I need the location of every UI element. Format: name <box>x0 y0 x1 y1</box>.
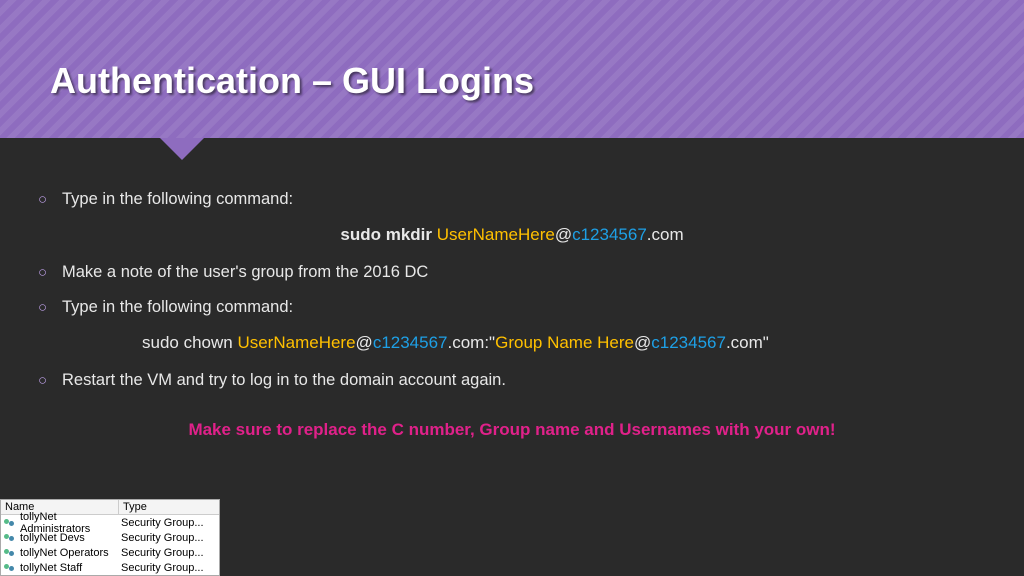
group-type: Security Group... <box>121 547 219 559</box>
bullet-text: Restart the VM and try to log in to the … <box>62 371 506 389</box>
cmd-suffix: .com" <box>726 333 769 352</box>
group-icon <box>3 562 17 574</box>
table-row: tollyNet Administrators Security Group..… <box>1 515 219 530</box>
cmd-username: UserNameHere <box>237 333 355 352</box>
cmd-at: @ <box>634 333 651 352</box>
command-line-1: sudo mkdir UserNameHere@c1234567.com <box>38 223 986 247</box>
header-arrow-icon <box>160 138 204 160</box>
page-title: Authentication – GUI Logins <box>50 60 534 102</box>
cmd-username: UserNameHere <box>437 225 555 244</box>
group-type: Security Group... <box>121 517 219 529</box>
bullet-text: Type in the following command: <box>62 298 293 316</box>
cmd-at: @ <box>356 333 373 352</box>
group-type: Security Group... <box>121 562 219 574</box>
cmd-cnumber: c1234567 <box>572 225 647 244</box>
bullet-item: Make a note of the user's group from the… <box>38 261 986 284</box>
command-line-2: sudo chown UserNameHere@c1234567.com:"Gr… <box>38 331 986 355</box>
group-icon <box>3 532 17 544</box>
warning-text: Make sure to replace the C number, Group… <box>38 418 986 442</box>
group-name: tollyNet Devs <box>20 532 121 544</box>
bullet-item: Restart the VM and try to log in to the … <box>38 369 986 392</box>
cmd-at: @ <box>555 225 572 244</box>
table-row: tollyNet Devs Security Group... <box>1 530 219 545</box>
bullet-text: Make a note of the user's group from the… <box>62 263 428 281</box>
cmd-cnumber: c1234567 <box>373 333 448 352</box>
group-type: Security Group... <box>121 532 219 544</box>
group-name: tollyNet Staff <box>20 562 121 574</box>
cmd-suffix: .com <box>647 225 684 244</box>
group-icon <box>3 517 17 529</box>
bullet-text: Type in the following command: <box>62 190 293 208</box>
cmd-cnumber: c1234567 <box>651 333 726 352</box>
column-header-type: Type <box>119 500 219 514</box>
group-name: tollyNet Operators <box>20 547 121 559</box>
cmd-group: Group Name Here <box>495 333 634 352</box>
cmd-prefix: sudo chown <box>142 333 237 352</box>
bullet-item: Type in the following command: <box>38 188 986 211</box>
table-row: tollyNet Operators Security Group... <box>1 545 219 560</box>
cmd-prefix: sudo mkdir <box>340 225 436 244</box>
group-icon <box>3 547 17 559</box>
cmd-mid: .com:" <box>448 333 496 352</box>
slide-body: Type in the following command: sudo mkdi… <box>0 138 1024 442</box>
bullet-item: Type in the following command: <box>38 296 986 319</box>
table-row: tollyNet Staff Security Group... <box>1 560 219 575</box>
groups-panel: Name Type tollyNet Administrators Securi… <box>0 499 220 576</box>
slide-header: Authentication – GUI Logins <box>0 0 1024 138</box>
